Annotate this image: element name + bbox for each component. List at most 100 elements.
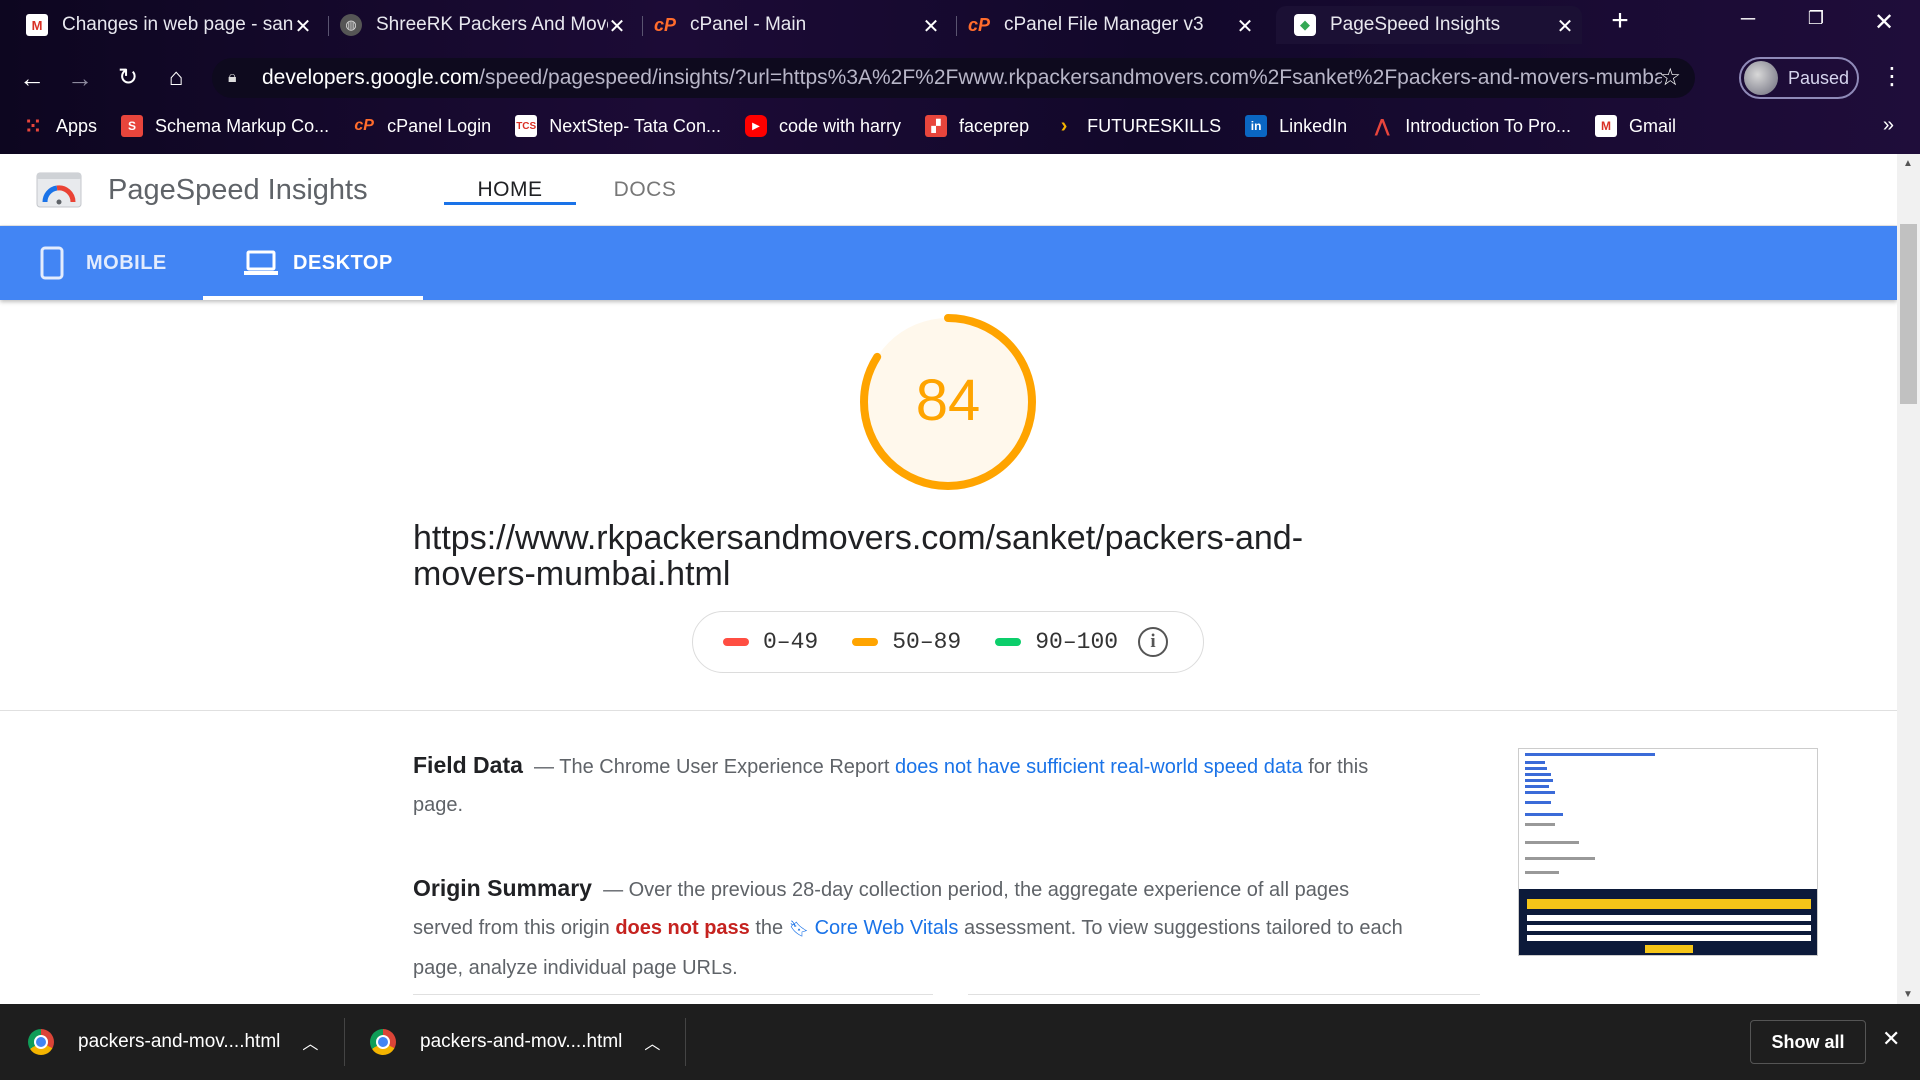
close-icon[interactable]: ✕ bbox=[1882, 1026, 1900, 1052]
bookmark-label: Apps bbox=[56, 115, 98, 136]
scroll-down-icon[interactable]: ▼ bbox=[1903, 989, 1913, 1000]
avatar bbox=[1744, 61, 1778, 95]
bookmark-faceprep[interactable]: ▞ faceprep bbox=[925, 115, 1029, 137]
bookmark-label: NextStep- Tata Con... bbox=[549, 115, 721, 136]
bookmark-label: LinkedIn bbox=[1279, 115, 1348, 136]
address-bar[interactable]: 🔒︎ developers.google.com/speed/pagespeed… bbox=[212, 58, 1695, 98]
lock-icon: 🔒︎ bbox=[228, 69, 237, 86]
divider bbox=[968, 994, 1480, 995]
tab-desktop[interactable]: DESKTOP bbox=[203, 226, 423, 300]
cpanel-icon: cP bbox=[354, 117, 374, 134]
legend-range: 0–49 bbox=[763, 629, 819, 655]
legend-range: 90–100 bbox=[1035, 629, 1119, 655]
performance-score: 84 bbox=[915, 368, 981, 433]
futureskills-icon: › bbox=[1060, 114, 1068, 137]
tested-url: https://www.rkpackersandmovers.com/sanke… bbox=[413, 519, 1304, 593]
scroll-up-icon[interactable]: ▲ bbox=[1903, 158, 1913, 169]
bookmark-linkedin[interactable]: in LinkedIn bbox=[1245, 115, 1347, 137]
bookmark-apps[interactable]: ⁙ Apps bbox=[22, 115, 98, 138]
forward-button[interactable]: → bbox=[62, 62, 98, 94]
url-host: developers.google.com bbox=[262, 66, 480, 89]
profile-button[interactable]: Paused bbox=[1739, 57, 1859, 99]
close-icon[interactable]: ✕ bbox=[1234, 14, 1256, 39]
pagespeed-icon: ◆ bbox=[1294, 14, 1316, 36]
tab-title: cPanel File Manager v3 bbox=[1004, 14, 1204, 35]
bookmarks-more-button[interactable]: » bbox=[1883, 114, 1894, 137]
core-web-vitals-link[interactable]: 🔖︎ Core Web Vitals bbox=[789, 917, 959, 939]
cpanel-icon: cP bbox=[653, 14, 677, 35]
tab-pagespeed[interactable]: ◆ PageSpeed Insights ✕ bbox=[1276, 6, 1582, 44]
minimize-button[interactable]: ─ bbox=[1718, 8, 1778, 38]
restore-button[interactable]: ❐ bbox=[1786, 8, 1846, 38]
tab-title: ShreeRK Packers And Movers bbox=[376, 14, 608, 35]
tab-title: Changes in web page - sanket bbox=[62, 14, 294, 35]
linkedin-icon: in bbox=[1245, 115, 1268, 137]
chrome-icon bbox=[370, 1029, 396, 1055]
download-filename: packers-and-mov....html bbox=[78, 1031, 281, 1052]
tab-title: cPanel - Main bbox=[690, 14, 807, 35]
tab-desktop-label: DESKTOP bbox=[293, 251, 393, 274]
close-icon[interactable]: ✕ bbox=[920, 14, 942, 39]
phone-icon bbox=[40, 246, 64, 280]
download-item[interactable]: packers-and-mov....html ︿ bbox=[370, 1004, 660, 1080]
bookmark-introduction[interactable]: ⋀ Introduction To Pro... bbox=[1371, 115, 1571, 137]
bookmark-schema[interactable]: S Schema Markup Co... bbox=[121, 115, 329, 137]
close-icon[interactable]: ✕ bbox=[292, 14, 314, 39]
divider bbox=[0, 710, 1897, 711]
bookmark-star-icon[interactable]: ☆ bbox=[1659, 63, 1681, 92]
legend-fail: 0–49 bbox=[723, 629, 818, 655]
youtube-icon: ▶ bbox=[744, 115, 767, 137]
chevron-up-icon[interactable]: ︿ bbox=[644, 1030, 660, 1054]
tab-mobile[interactable]: MOBILE bbox=[40, 226, 167, 300]
page-screenshot-thumbnail bbox=[1518, 748, 1818, 956]
menu-icon[interactable]: ⋮ bbox=[1880, 62, 1904, 91]
bookmark-label: FUTURESKILLS bbox=[1087, 115, 1222, 136]
download-shelf: packers-and-mov....html ︿ packers-and-mo… bbox=[0, 1004, 1920, 1080]
scrollbar-thumb[interactable] bbox=[1900, 224, 1917, 404]
scrollbar[interactable]: ▲ ▼ bbox=[1897, 154, 1920, 1004]
chrome-icon bbox=[28, 1029, 54, 1055]
tab-docs[interactable]: DOCS bbox=[580, 178, 710, 202]
origin-summary-section: Origin Summary — Over the previous 28-da… bbox=[413, 869, 1403, 987]
show-all-button[interactable]: Show all bbox=[1750, 1020, 1866, 1064]
close-icon[interactable]: ✕ bbox=[606, 14, 628, 39]
bookmark-futureskills[interactable]: › FUTURESKILLS bbox=[1053, 115, 1221, 137]
course-icon: ⋀ bbox=[1374, 115, 1390, 136]
dash: — bbox=[534, 756, 555, 778]
tab-home[interactable]: HOME bbox=[444, 154, 576, 205]
close-window-button[interactable]: ✕ bbox=[1854, 8, 1914, 38]
tab-shreerk[interactable]: ◍ ShreeRK Packers And Movers ✕ bbox=[334, 6, 634, 44]
tab-title: PageSpeed Insights bbox=[1330, 14, 1501, 35]
tcs-icon: TCS bbox=[515, 115, 538, 137]
bookmark-gmail[interactable]: M Gmail bbox=[1594, 115, 1676, 137]
reload-button[interactable]: ↻ bbox=[110, 62, 146, 94]
tab-gmail[interactable]: M Changes in web page - sanket ✕ bbox=[20, 6, 320, 44]
back-button[interactable]: ← bbox=[14, 62, 50, 94]
bookmark-cpanel-login[interactable]: cP cPanel Login bbox=[353, 115, 491, 137]
browser-toolbar: ← → ↻ ⌂ 🔒︎ developers.google.com/speed/p… bbox=[0, 54, 1920, 102]
bookmark-nextstep[interactable]: TCS NextStep- Tata Con... bbox=[515, 115, 721, 137]
cwv-link-label: Core Web Vitals bbox=[814, 917, 959, 939]
bookmark-label: cPanel Login bbox=[387, 115, 492, 136]
faceprep-icon: ▞ bbox=[925, 115, 948, 137]
chevron-up-icon[interactable]: ︿ bbox=[302, 1030, 318, 1054]
score-legend: 0–49 50–89 90–100 i bbox=[692, 611, 1204, 673]
info-icon[interactable]: i bbox=[1138, 627, 1169, 657]
tab-cpanel-filemanager[interactable]: cP cPanel File Manager v3 ✕ bbox=[962, 6, 1262, 44]
bookmark-codewithharry[interactable]: ▶ code with harry bbox=[744, 115, 901, 137]
legend-range: 50–89 bbox=[892, 629, 962, 655]
origin-summary-heading: Origin Summary bbox=[413, 875, 592, 901]
field-data-heading: Field Data bbox=[413, 752, 523, 778]
bookmarks-bar: ⁙ Apps S Schema Markup Co... cP cPanel L… bbox=[0, 106, 1920, 146]
selected-tab-indicator bbox=[203, 296, 423, 300]
globe-icon: ◍ bbox=[340, 14, 362, 36]
new-tab-button[interactable]: + bbox=[1596, 4, 1644, 37]
gmail-icon: M bbox=[26, 14, 48, 36]
close-icon[interactable]: ✕ bbox=[1554, 14, 1576, 39]
download-item[interactable]: packers-and-mov....html ︿ bbox=[28, 1004, 318, 1080]
home-button[interactable]: ⌂ bbox=[158, 62, 194, 94]
orange-bar-icon bbox=[852, 638, 879, 646]
tab-cpanel-main[interactable]: cP cPanel - Main ✕ bbox=[648, 6, 948, 44]
field-data-link[interactable]: does not have sufficient real-world spee… bbox=[895, 756, 1303, 778]
laptop-icon bbox=[244, 250, 278, 275]
